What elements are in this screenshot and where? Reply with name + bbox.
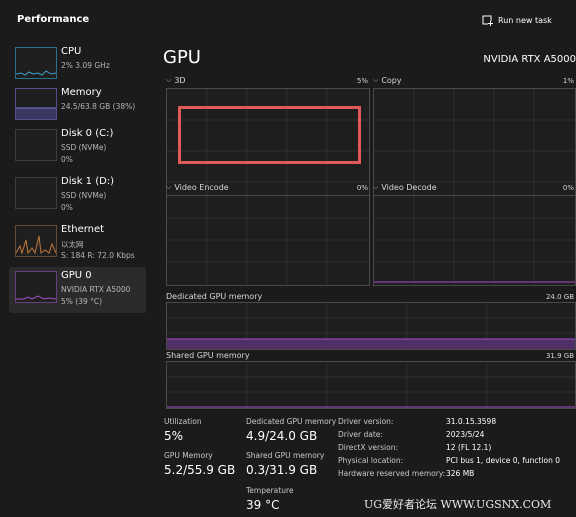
sidebar-item-detail: 2% 3.09 GHz bbox=[61, 61, 110, 70]
sidebar-item-cpu[interactable]: CPU 2% 3.09 GHz bbox=[9, 45, 146, 89]
sidebar: CPU 2% 3.09 GHz Memory 24.5/63.8 GB (38%… bbox=[0, 40, 150, 517]
sidebar-item-disk-1[interactable]: Disk 1 (D:) SSD (NVMe) 0% bbox=[9, 175, 146, 219]
engine-value: 5% bbox=[356, 77, 368, 85]
run-new-task-button[interactable]: Run new task bbox=[482, 12, 552, 28]
run-new-task-label: Run new task bbox=[498, 15, 552, 25]
sidebar-item-detail: SSD (NVMe) bbox=[61, 191, 107, 200]
shared-memory-max: 31.9 GB bbox=[545, 352, 574, 360]
engine-selector-video-encode[interactable]: ⌵ Video Encode bbox=[166, 183, 229, 192]
shared-memory-label: Shared GPU memory bbox=[166, 351, 250, 360]
engine-value: 1% bbox=[562, 77, 574, 85]
gpu-memory-value: 5.2/55.9 GB bbox=[164, 463, 236, 477]
gpu-heading: GPU bbox=[163, 47, 201, 68]
sidebar-item-label: Disk 0 (C:) bbox=[61, 128, 114, 139]
page-title: Performance bbox=[17, 14, 90, 25]
watermark: UG爱好者论坛 WWW.UGSNX.COM bbox=[364, 498, 552, 511]
sidebar-item-label: Ethernet bbox=[61, 224, 105, 235]
sidebar-item-label: GPU 0 bbox=[61, 270, 92, 281]
engine-label: Video Decode bbox=[381, 183, 437, 192]
sidebar-item-usage: 0% bbox=[61, 155, 73, 164]
gpu-panel: GPU NVIDIA RTX A5000 ⌵ 3D 5% ⌵ Copy 1% ⌵… bbox=[160, 38, 576, 517]
chevron-down-icon: ⌵ bbox=[373, 76, 379, 84]
sidebar-item-label: CPU bbox=[61, 46, 82, 57]
graph-shared-memory bbox=[166, 361, 576, 409]
sidebar-item-detail: 24.5/63.8 GB (38%) bbox=[61, 102, 136, 111]
hardware-reserved-memory-value: 326 MB bbox=[446, 469, 475, 478]
chevron-down-icon: ⌵ bbox=[166, 76, 172, 84]
shared-gpu-memory-value: 0.3/31.9 GB bbox=[246, 463, 318, 477]
sidebar-item-usage: 5% (39 °C) bbox=[61, 297, 103, 306]
utilization-label: Utilization bbox=[164, 417, 202, 426]
sidebar-item-usage: 0% bbox=[61, 203, 73, 212]
graph-dedicated-memory bbox=[166, 302, 576, 350]
engine-selector-video-decode[interactable]: ⌵ Video Decode bbox=[373, 183, 437, 192]
disk-0-thumbnail bbox=[15, 129, 57, 161]
gpu-model-name: NVIDIA RTX A5000 bbox=[483, 54, 576, 65]
sidebar-item-disk-0[interactable]: Disk 0 (C:) SSD (NVMe) 0% bbox=[9, 127, 146, 171]
sidebar-item-label: Memory bbox=[61, 87, 102, 98]
gpu-memory-label: GPU Memory bbox=[164, 451, 213, 460]
disk-1-thumbnail bbox=[15, 177, 57, 209]
engine-selector-3d[interactable]: ⌵ 3D bbox=[166, 76, 186, 85]
utilization-value: 5% bbox=[164, 429, 184, 443]
graph-video-encode bbox=[166, 195, 370, 286]
sidebar-item-throughput: S: 184 R: 72.0 Kbps bbox=[61, 251, 135, 260]
run-task-icon bbox=[482, 15, 493, 26]
shared-gpu-memory-label: Shared GPU memory bbox=[246, 451, 325, 460]
header: Performance Run new task bbox=[0, 0, 576, 38]
memory-thumbnail bbox=[15, 88, 57, 120]
chevron-down-icon: ⌵ bbox=[166, 183, 172, 191]
temperature-value: 39 °C bbox=[246, 498, 280, 512]
driver-date-value: 2023/5/24 bbox=[446, 430, 485, 439]
sidebar-item-gpu-0[interactable]: GPU 0 NVIDIA RTX A5000 5% (39 °C) bbox=[9, 267, 146, 313]
ethernet-thumbnail bbox=[15, 225, 57, 257]
dedicated-memory-label: Dedicated GPU memory bbox=[166, 292, 263, 301]
graph-video-decode bbox=[373, 195, 576, 286]
sidebar-item-detail: 以太网 bbox=[61, 240, 84, 249]
dedicated-gpu-memory-label: Dedicated GPU memory bbox=[246, 417, 337, 426]
dedicated-memory-max: 24.0 GB bbox=[545, 293, 574, 301]
dedicated-gpu-memory-value: 4.9/24.0 GB bbox=[246, 429, 318, 443]
annotation-highlight-box bbox=[178, 106, 361, 164]
sidebar-item-detail: SSD (NVMe) bbox=[61, 143, 107, 152]
driver-version-label: Driver version: bbox=[338, 417, 394, 426]
engine-value: 0% bbox=[562, 184, 574, 192]
physical-location-label: Physical location: bbox=[338, 456, 404, 465]
cpu-thumbnail bbox=[15, 47, 57, 79]
sidebar-item-label: Disk 1 (D:) bbox=[61, 176, 115, 187]
engine-value: 0% bbox=[356, 184, 368, 192]
engine-label: Video Encode bbox=[174, 183, 229, 192]
physical-location-value: PCI bus 1, device 0, function 0 bbox=[446, 456, 561, 465]
directx-version-value: 12 (FL 12.1) bbox=[446, 443, 492, 452]
gpu-thumbnail bbox=[15, 271, 57, 303]
engine-label: 3D bbox=[174, 76, 186, 85]
engine-selector-copy[interactable]: ⌵ Copy bbox=[373, 76, 402, 85]
chevron-down-icon: ⌵ bbox=[373, 183, 379, 191]
driver-version-value: 31.0.15.3598 bbox=[446, 417, 497, 426]
temperature-label: Temperature bbox=[246, 486, 294, 495]
hardware-reserved-memory-label: Hardware reserved memory: bbox=[338, 469, 446, 478]
driver-date-label: Driver date: bbox=[338, 430, 383, 439]
directx-version-label: DirectX version: bbox=[338, 443, 398, 452]
engine-label: Copy bbox=[381, 76, 402, 85]
sidebar-item-ethernet[interactable]: Ethernet 以太网 S: 184 R: 72.0 Kbps bbox=[9, 223, 146, 267]
sidebar-item-detail: NVIDIA RTX A5000 bbox=[61, 285, 131, 294]
sidebar-item-memory[interactable]: Memory 24.5/63.8 GB (38%) bbox=[9, 86, 146, 130]
